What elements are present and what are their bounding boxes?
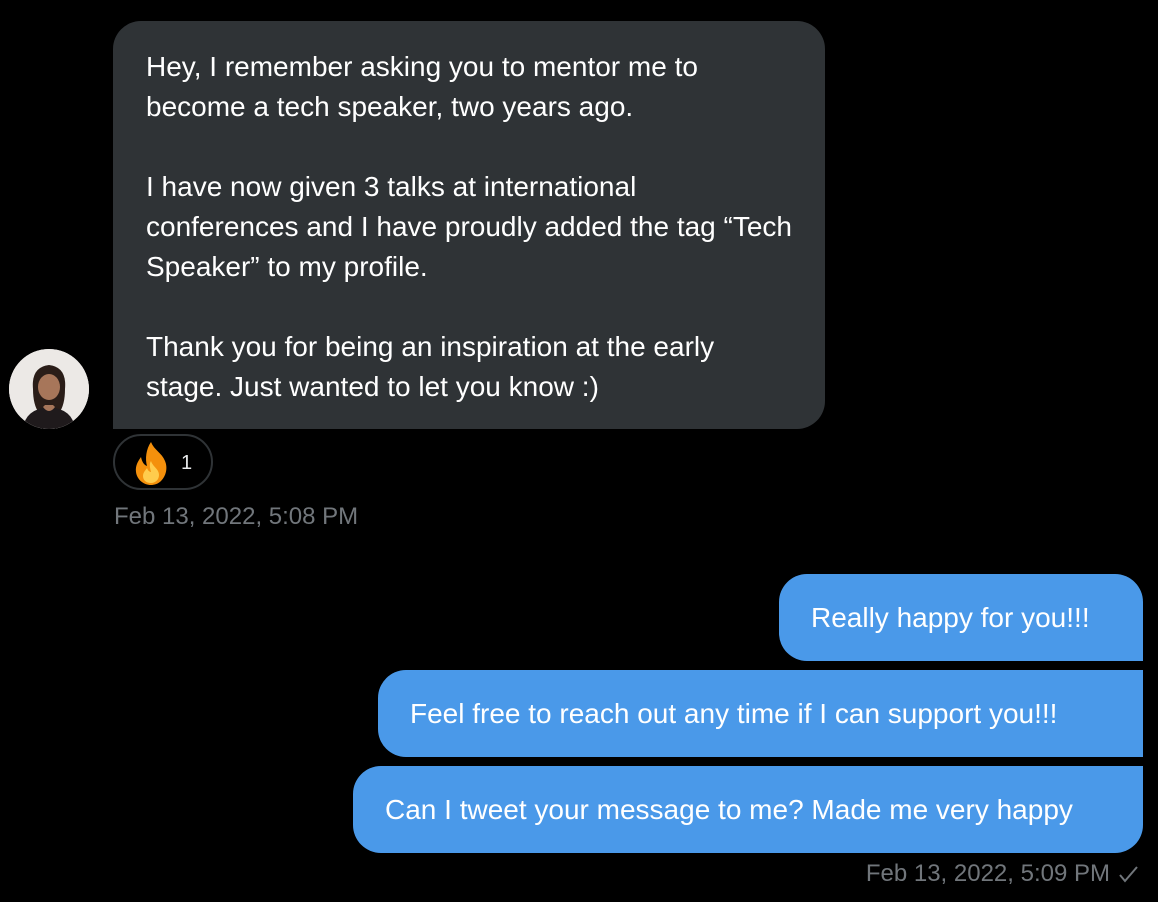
reaction-count: 1 [181, 452, 193, 474]
check-icon [1119, 866, 1138, 883]
reaction-button[interactable]: 1 [113, 434, 213, 490]
dm-conversation: Hey, I remember asking you to mentor me … [0, 0, 1158, 902]
outgoing-message-bubble[interactable]: Really happy for you!!! [779, 574, 1143, 661]
outgoing-message-bubble[interactable]: Can I tweet your message to me? Made me … [353, 766, 1143, 853]
message-paragraph: Hey, I remember asking you to mentor me … [146, 51, 698, 122]
message-timestamp: Feb 13, 2022, 5:09 PM [865, 860, 1110, 887]
message-paragraph: I have now given 3 talks at internationa… [146, 171, 792, 282]
avatar-photo [9, 349, 89, 429]
incoming-message-bubble[interactable]: Hey, I remember asking you to mentor me … [113, 21, 825, 429]
sent-status: Feb 13, 2022, 5:09 PM [866, 860, 1140, 888]
message-paragraph: Thank you for being an inspiration at th… [146, 331, 715, 402]
message-timestamp: Feb 13, 2022, 5:08 PM [114, 503, 359, 530]
fire-icon [135, 442, 167, 485]
outgoing-message-bubble[interactable]: Feel free to reach out any time if I can… [378, 670, 1143, 757]
avatar[interactable] [9, 349, 89, 429]
